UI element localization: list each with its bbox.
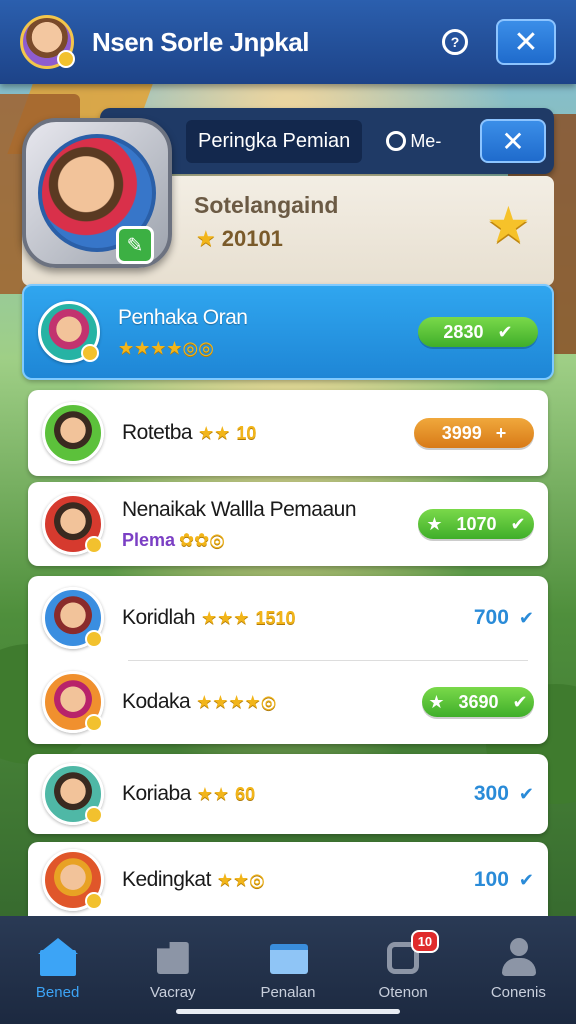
star-icon: ★ <box>426 513 443 534</box>
coin-badge-icon <box>57 50 75 68</box>
nav-item-vacray[interactable]: Vacray <box>123 938 223 1001</box>
nav-label: Bened <box>35 984 80 1001</box>
leaderboard-row[interactable]: Nenaikak Wallla Pemaaun Plema ✿✿◎ ★ 1070… <box>28 482 548 566</box>
score-value: 700 <box>473 606 509 629</box>
score-value: 3690 <box>458 691 499 712</box>
coin-icon <box>85 892 103 910</box>
check-icon: ✔ <box>512 691 528 712</box>
edit-profile-button[interactable]: ✎ <box>116 226 154 264</box>
player-name: Nenaikak Wallla Pemaaun <box>122 497 357 521</box>
score-display[interactable]: 100 ✔ <box>414 868 534 892</box>
score-value: 300 <box>473 782 509 805</box>
rating-number: 1510 <box>255 607 296 628</box>
bottom-navigation: Bened Vacray Penalan 10 Otenon Conenis <box>0 916 576 1024</box>
score-display[interactable]: 700 ✔ <box>414 606 534 630</box>
home-indicator <box>176 1009 400 1014</box>
score-value: 1070 <box>456 513 497 534</box>
sort-dropdown[interactable]: Me- <box>386 131 480 152</box>
leaderboard-title: Peringka Pemian <box>186 119 363 163</box>
leaderboard-row[interactable]: Koriaba ★★ 60 300 ✔ <box>28 754 548 834</box>
profile-score: ★ 20101 <box>196 226 283 252</box>
star-icon: ★ <box>428 691 445 712</box>
score-value: 2830 <box>443 321 484 342</box>
home-icon <box>37 938 78 976</box>
clock-icon <box>386 131 407 151</box>
camera-icon: 10 <box>383 930 440 976</box>
rating-stars: ★★ <box>196 783 230 804</box>
big-star-icon: ★ <box>486 197 531 253</box>
score-display[interactable]: 300 ✔ <box>414 782 534 806</box>
leaderboard-row[interactable]: Kodaka ★★★★◎ ★ 3690 ✔ <box>42 670 534 734</box>
coin-icon <box>85 806 103 824</box>
check-icon: ✔ <box>510 513 526 534</box>
score-pill[interactable]: ★ 1070 ✔ <box>418 509 534 539</box>
score-pill[interactable]: 3999 + <box>414 418 534 448</box>
player-avatar <box>42 402 104 464</box>
star-icon: ★ <box>196 226 216 251</box>
leaderboard-row[interactable]: Rotetba ★★ 10 3999 + <box>28 390 548 476</box>
nav-item-otenon[interactable]: 10 Otenon <box>353 930 453 1001</box>
coin-icon <box>85 630 103 648</box>
check-icon: ✔ <box>518 607 534 628</box>
rating-stars: ★★★★◎◎ <box>118 337 214 358</box>
nav-item-conenis[interactable]: Conenis <box>468 938 568 1001</box>
leaderboard-group: Koridlah ★★★ 1510 700 ✔ Kodaka ★★★★◎ ★ 3… <box>28 576 548 744</box>
player-name: Koridlah <box>122 606 196 629</box>
score-value: 3999 <box>441 422 482 443</box>
row-divider <box>128 660 528 661</box>
notification-badge: 10 <box>410 930 440 953</box>
close-panel-button[interactable]: ✕ <box>480 119 546 163</box>
plus-icon: + <box>495 422 507 443</box>
help-icon[interactable]: ? <box>442 29 468 55</box>
rating-stars: ★★ <box>198 422 231 443</box>
coin-icon <box>85 714 103 732</box>
app-title: Nsen Sorle Jnpkal <box>92 26 309 57</box>
player-avatar <box>42 587 104 649</box>
sort-label: Me- <box>410 130 442 151</box>
check-icon: ✔ <box>497 321 513 342</box>
player-avatar[interactable] <box>20 15 75 69</box>
score-value: 100 <box>473 868 509 891</box>
coin-icon <box>81 344 99 362</box>
player-name: Rotetba <box>122 421 193 444</box>
score-pill[interactable]: ★ 3690 ✔ <box>422 687 534 717</box>
folder-icon <box>153 938 193 976</box>
leaderboard-row[interactable]: Koridlah ★★★ 1510 700 ✔ <box>42 586 534 650</box>
check-icon: ✔ <box>518 869 534 890</box>
score-pill[interactable]: 2830 ✔ <box>418 317 538 347</box>
player-avatar <box>38 301 100 363</box>
top-bar: Nsen Sorle Jnpkal ? ✕ <box>0 0 576 84</box>
nav-label: Penalan <box>260 984 316 1001</box>
player-name: Koriaba <box>122 782 191 805</box>
player-tag: Plema <box>122 529 176 550</box>
player-name: Penhaka Oran <box>118 305 248 329</box>
profile-score-value: 20101 <box>221 226 283 251</box>
rating-badges: ✿✿◎ <box>179 529 225 550</box>
rating-number: 60 <box>235 783 256 804</box>
rating-stars: ★★★ <box>201 607 250 628</box>
nav-item-home[interactable]: Bened <box>8 938 108 1001</box>
leaderboard-row[interactable]: Penhaka Oran ★★★★◎◎ 2830 ✔ <box>22 284 554 380</box>
rating-stars: ★★★★◎ <box>196 691 277 712</box>
player-avatar <box>42 493 104 555</box>
player-avatar <box>42 763 104 825</box>
close-app-button[interactable]: ✕ <box>496 19 556 65</box>
player-avatar <box>42 671 104 733</box>
coin-icon <box>85 536 103 554</box>
nav-item-penalan[interactable]: Penalan <box>238 938 338 1001</box>
leaderboard-row[interactable]: Kedingkat ★★◎ 100 ✔ <box>28 842 548 918</box>
nav-label: Otenon <box>378 984 428 1001</box>
profile-icon <box>498 938 538 976</box>
nav-label: Vacray <box>149 984 196 1001</box>
nav-label: Conenis <box>490 984 546 1001</box>
building-icon <box>268 938 308 976</box>
rating-number: 10 <box>236 422 257 443</box>
player-avatar <box>42 849 104 911</box>
rating-stars: ★★◎ <box>216 869 265 890</box>
player-name: Kodaka <box>122 690 191 713</box>
profile-name: Sotelangaind <box>194 192 339 218</box>
player-name: Kedingkat <box>122 868 211 891</box>
check-icon: ✔ <box>518 783 534 804</box>
